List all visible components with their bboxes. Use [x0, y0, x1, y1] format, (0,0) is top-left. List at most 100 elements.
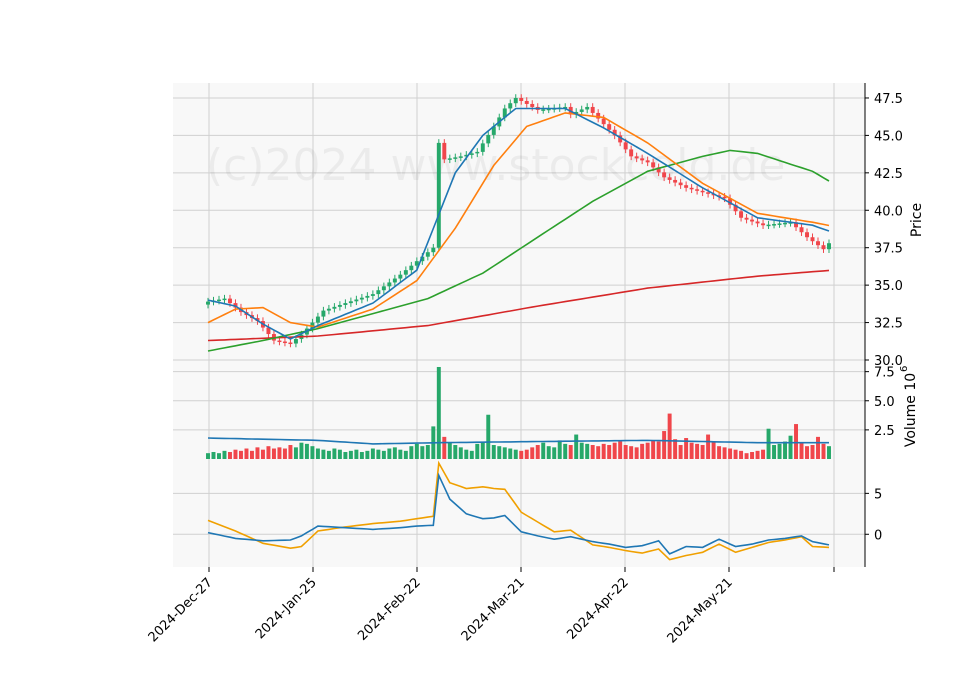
candle-body [425, 252, 430, 257]
candle-body [228, 298, 232, 304]
volume-bar [574, 434, 579, 459]
volume-bar [420, 446, 425, 459]
candle-body [722, 196, 727, 199]
volume-bar [409, 446, 414, 459]
volume-bar [233, 449, 238, 459]
volume-bar [755, 450, 760, 459]
candle-body [321, 310, 326, 317]
price-y-tick-label: 42.5 [874, 167, 903, 182]
candle-body [634, 156, 639, 159]
x-tick-label: 2024-Apr-22 [564, 575, 631, 642]
volume-bar [706, 434, 711, 459]
volume-bar [354, 449, 359, 459]
volume-bar [579, 442, 584, 459]
volume-bar [744, 453, 749, 459]
candle-body [755, 221, 760, 224]
candle-body [392, 278, 397, 283]
candle-body [458, 156, 463, 158]
volume-bar [425, 445, 430, 459]
candle-body [376, 290, 381, 295]
volume-bar [673, 439, 678, 459]
candle-body [700, 190, 705, 193]
candle-body [651, 162, 656, 168]
volume-bar [304, 443, 309, 459]
candle-body [766, 224, 771, 227]
price-y-tick-label: 40.0 [874, 204, 903, 219]
volume-bar [634, 447, 639, 459]
volume-bar [491, 445, 496, 459]
candle-body [783, 222, 788, 225]
x-tick-label: 2024-Dec-27 [146, 575, 216, 645]
vol-panel-background [173, 360, 865, 459]
candle-body [475, 151, 480, 154]
candle-body [524, 100, 529, 104]
candle-body [805, 232, 809, 238]
volume-bar [502, 447, 507, 459]
chart-canvas: 30.032.535.037.540.042.545.047.52.55.07.… [146, 83, 925, 646]
candle-body [761, 223, 766, 226]
x-tick-label: 2024-May-21 [665, 575, 736, 646]
volume-bar [343, 452, 348, 459]
volume-y-tick-label: 2.5 [874, 424, 895, 439]
volume-bar [810, 445, 815, 459]
candle-body [678, 182, 683, 186]
volume-axis-label: Volume 10 [903, 373, 919, 447]
volume-bar [552, 447, 557, 459]
candle-body [217, 299, 221, 302]
candle-body [662, 172, 667, 178]
volume-bar [607, 445, 612, 459]
candle-body [409, 265, 414, 271]
volume-bar [645, 442, 650, 459]
volume-bar [381, 450, 386, 459]
volume-bar [667, 413, 672, 459]
candle-body [436, 142, 441, 248]
candle-body [684, 185, 689, 188]
candle-body [332, 306, 337, 309]
volume-bar [436, 366, 441, 459]
candle-body [206, 301, 210, 305]
volume-bar [299, 442, 304, 459]
candle-body [222, 298, 227, 301]
candle-body [354, 299, 359, 302]
volume-bar [530, 447, 535, 459]
candle-body [381, 286, 386, 291]
volume-bar [761, 449, 766, 459]
candle-body [739, 211, 744, 218]
volume-bar [497, 446, 502, 459]
volume-bar [590, 445, 595, 459]
volume-bar [821, 443, 826, 459]
candle-body [365, 295, 370, 298]
stock-chart: 30.0 32.5 35.0 37.5 40.0 42.5 45.0 47.5 2.5 5.0 7.… [0, 0, 960, 690]
candle-body [623, 142, 628, 150]
volume-bar [563, 443, 568, 459]
candle-body [827, 243, 831, 250]
osc-panel-background [173, 459, 865, 567]
volume-bar [480, 441, 485, 459]
volume-bar [370, 448, 375, 459]
candle-body [821, 245, 826, 250]
volume-bar [293, 447, 298, 459]
candle-body [326, 308, 331, 311]
volume-bar [519, 450, 524, 459]
price-y-tick-label: 35.0 [874, 279, 903, 294]
candle-body [486, 134, 491, 144]
volume-bar [717, 446, 722, 459]
candle-body [480, 143, 485, 152]
candle-body [744, 217, 749, 220]
volume-bar [535, 445, 540, 459]
volume-bar [315, 448, 320, 459]
candle-body [293, 339, 298, 344]
candle-body [282, 341, 287, 344]
volume-bar [277, 447, 282, 459]
candle-body [431, 247, 436, 253]
volume-bar [387, 448, 392, 459]
price-panel-background [173, 83, 865, 360]
volume-bar [546, 446, 551, 459]
volume-bar [288, 445, 293, 459]
candle-body [750, 219, 755, 222]
volume-bar [453, 445, 458, 459]
volume-bar [475, 443, 480, 459]
volume-bar [442, 436, 447, 459]
candle-body [667, 177, 672, 180]
candle-body [530, 103, 535, 107]
